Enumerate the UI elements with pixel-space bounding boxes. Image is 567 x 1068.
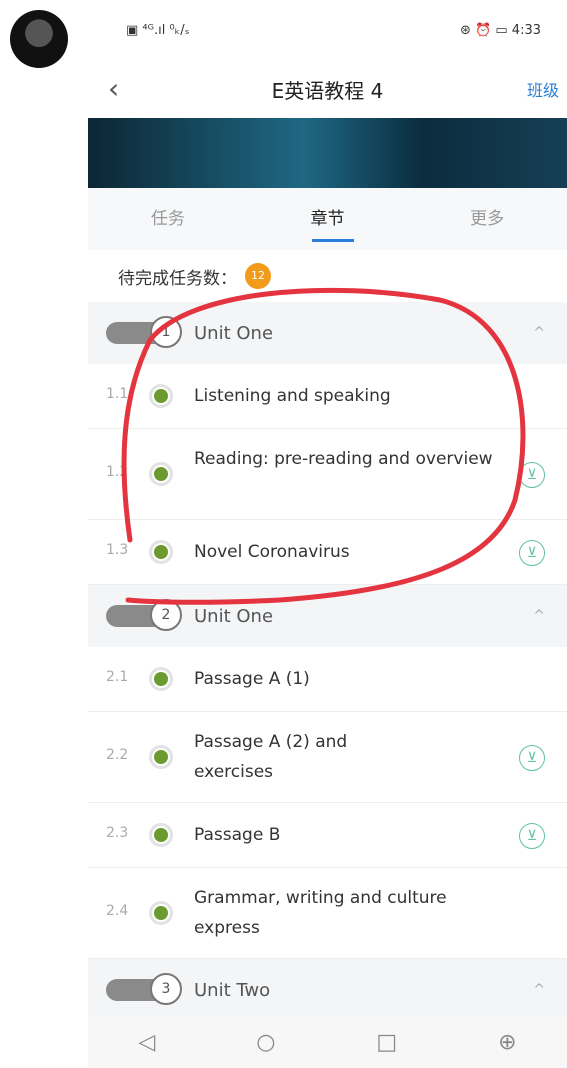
chapter-number: 1.3	[106, 542, 129, 558]
progress-dot-icon	[149, 823, 173, 847]
system-nav-bar: ◁ ○ □ ⊕	[88, 1016, 567, 1068]
header: ‹ E英语教程 4 班级	[88, 60, 567, 118]
pending-label: 待完成任务数：	[118, 268, 237, 289]
chapter-row[interactable]: 2.3 Passage B ⊻	[88, 803, 567, 868]
collapse-icon[interactable]: ^	[533, 982, 545, 998]
tab-tasks[interactable]: 任务	[88, 188, 248, 250]
chapter-label: Passage B	[194, 825, 281, 845]
chapter-row[interactable]: 2.2 Passage A (2) and exercises ⊻	[88, 712, 567, 803]
chapter-row[interactable]: 1.3 Novel Coronavirus ⊻	[88, 520, 567, 585]
chapter-number: 2.4	[106, 903, 129, 919]
unit-number: 1	[150, 316, 182, 348]
chapter-number: 2.1	[106, 669, 129, 685]
status-left: ▣ ⁴ᴳ.ıl ⁰ₖ/ₛ	[126, 22, 190, 38]
download-icon[interactable]: ⊻	[519, 462, 545, 488]
chapter-row[interactable]: 1.2 Reading: pre-reading and overview ⊻	[88, 429, 567, 520]
unit-header[interactable]: 3 Unit Two ^	[88, 959, 567, 1021]
chapter-label: Passage A (2) and exercises	[194, 732, 348, 782]
chapter-number: 2.3	[106, 825, 129, 841]
collapse-icon[interactable]: ^	[533, 325, 545, 341]
chapter-number: 1.1	[106, 386, 129, 402]
nav-recent-icon[interactable]: □	[376, 1030, 397, 1055]
download-icon[interactable]: ⊻	[519, 823, 545, 849]
course-banner	[88, 118, 567, 188]
unit-number: 2	[150, 599, 182, 631]
progress-dot-icon	[149, 667, 173, 691]
chapter-row[interactable]: 2.4 Grammar, writing and culture express	[88, 868, 567, 959]
progress-dot-icon	[149, 901, 173, 925]
nav-home-icon[interactable]: ○	[256, 1030, 275, 1055]
phone-screen: ▣ ⁴ᴳ.ıl ⁰ₖ/ₛ ⊛ ⏰ ▭ 4:33 ‹ E英语教程 4 班级 任务 …	[88, 0, 567, 1068]
download-icon[interactable]: ⊻	[519, 745, 545, 771]
status-right: ⊛ ⏰ ▭ 4:33	[460, 22, 541, 38]
class-button[interactable]: 班级	[527, 77, 559, 101]
chapter-label: Novel Coronavirus	[194, 542, 350, 562]
unit-header[interactable]: 1 Unit One ^	[88, 302, 567, 364]
chapter-label: Grammar, writing and culture express	[194, 888, 447, 938]
unit-title: Unit Two	[194, 979, 271, 1001]
nav-back-icon[interactable]: ◁	[138, 1030, 155, 1055]
chapter-number: 1.2	[106, 464, 129, 480]
chapter-number: 2.2	[106, 747, 129, 763]
chapter-row[interactable]: 1.1 Listening and speaking	[88, 364, 567, 429]
progress-dot-icon	[149, 462, 173, 486]
unit-title: Unit One	[194, 605, 274, 627]
unit-number: 3	[150, 973, 182, 1005]
download-icon[interactable]: ⊻	[519, 540, 545, 566]
unit-title: Unit One	[194, 322, 274, 344]
active-tab-indicator	[312, 239, 354, 242]
chapter-row[interactable]: 2.1 Passage A (1)	[88, 647, 567, 712]
progress-dot-icon	[149, 540, 173, 564]
pending-count-badge: 12	[245, 263, 271, 289]
collapse-icon[interactable]: ^	[533, 608, 545, 624]
unit-header[interactable]: 2 Unit One ^	[88, 585, 567, 647]
zoom-icon[interactable]: ⊕	[498, 1030, 516, 1055]
back-icon[interactable]: ‹	[108, 72, 119, 105]
chapter-label: Listening and speaking	[194, 386, 391, 406]
chapter-label: Reading: pre-reading and overview	[194, 449, 493, 469]
status-bar: ▣ ⁴ᴳ.ıl ⁰ₖ/ₛ ⊛ ⏰ ▭ 4:33	[88, 0, 567, 60]
pending-tasks: 待完成任务数： 12	[88, 250, 567, 302]
tab-more[interactable]: 更多	[407, 188, 567, 250]
avatar	[10, 10, 68, 68]
page-title: E英语教程 4	[271, 78, 384, 103]
chapter-label: Passage A (1)	[194, 669, 310, 689]
tab-bar: 任务 章节 更多	[88, 188, 567, 250]
progress-dot-icon	[149, 745, 173, 769]
progress-dot-icon	[149, 384, 173, 408]
